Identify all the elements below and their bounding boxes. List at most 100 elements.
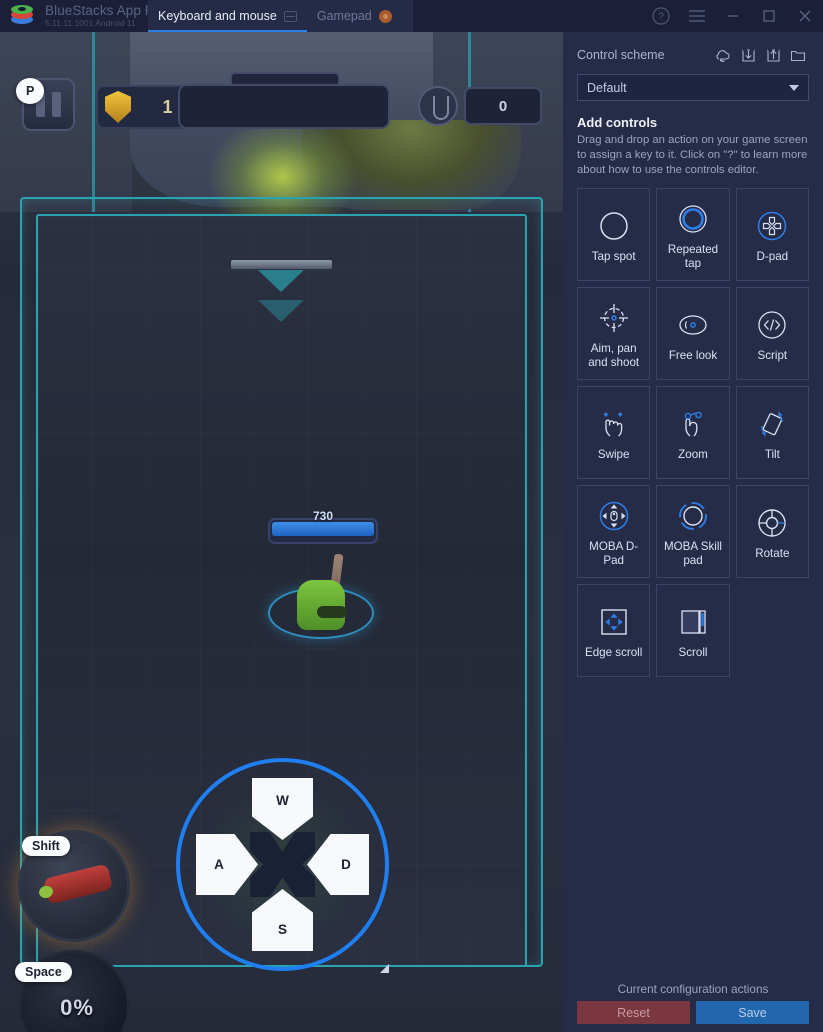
swipe-icon	[597, 403, 631, 445]
dpad-overlay-control[interactable]: W A D S	[176, 758, 389, 971]
player-visor	[317, 606, 347, 618]
moba-skill-pad-icon	[676, 495, 710, 537]
control-tile-label: Aim, pan and shoot	[588, 342, 640, 370]
help-icon[interactable]: ?	[643, 0, 679, 32]
app-name: BlueStacks App Pla	[45, 2, 165, 18]
app-title-block: BlueStacks App Pla 5.11.11.1001 Android …	[45, 2, 165, 29]
window-title-bar: BlueStacks App Pla 5.11.11.1001 Android …	[0, 0, 823, 32]
player-health-bar: 730	[268, 509, 378, 544]
add-controls-description: Drag and drop an action on your game scr…	[577, 134, 808, 177]
export-icon[interactable]	[762, 44, 784, 66]
control-tile-swipe[interactable]: Swipe	[577, 386, 651, 480]
cloud-sync-icon[interactable]	[712, 44, 734, 66]
scroll-icon	[676, 601, 710, 643]
weapon-icon	[42, 863, 114, 905]
footer-label: Current configuration actions	[617, 982, 769, 996]
game-hud: P 1 0	[0, 32, 563, 131]
tab-keyboard-and-mouse[interactable]: Keyboard and mouse	[148, 0, 307, 32]
controls-editor-panel: Controls editor ? Control scheme	[563, 0, 823, 1032]
free-look-icon	[676, 304, 710, 346]
dpad-resize-handle[interactable]	[380, 964, 389, 973]
panel-footer: Current configuration actions Reset Save	[563, 973, 823, 1032]
control-tile-aim-pan-shoot[interactable]: Aim, pan and shoot	[577, 287, 651, 381]
control-tile-zoom[interactable]: Zoom	[656, 386, 730, 480]
control-scheme-label: Control scheme	[577, 48, 665, 62]
control-tile-edge-scroll[interactable]: Edge scroll	[577, 584, 651, 678]
footer-buttons: Reset Save	[577, 1001, 809, 1024]
app-version: 5.11.11.1001 Android 11	[45, 18, 136, 29]
control-tile-scroll[interactable]: Scroll	[656, 584, 730, 678]
control-tile-label: Swipe	[597, 448, 630, 462]
direction-arrow-icon	[258, 270, 304, 292]
control-tile-free-look[interactable]: Free look	[656, 287, 730, 381]
moba-dpad-icon	[597, 495, 631, 537]
tap-spot-icon	[597, 205, 631, 247]
control-tile-moba-skill-pad[interactable]: MOBA Skill pad	[656, 485, 730, 579]
direction-arrow-icon	[258, 300, 304, 322]
currency-icon	[418, 86, 458, 126]
bluestacks-logo-icon	[9, 3, 35, 29]
keyboard-icon	[283, 10, 297, 22]
control-tile-label: Repeated tap	[667, 243, 719, 271]
control-tile-label: Scroll	[678, 646, 708, 660]
control-tile-label: Free look	[668, 349, 718, 363]
control-tile-label: D-pad	[756, 250, 789, 264]
control-tile-label: Tap spot	[591, 250, 636, 264]
chevron-down-icon	[789, 84, 799, 91]
control-tile-label: Tilt	[764, 448, 780, 462]
gamepad-badge-icon	[378, 9, 392, 23]
tab-gamepad[interactable]: Gamepad	[307, 0, 402, 32]
minimize-icon[interactable]	[715, 0, 751, 32]
currency-count: 0	[464, 87, 542, 125]
reset-button[interactable]: Reset	[577, 1001, 690, 1024]
control-tile-label: MOBA Skill pad	[664, 540, 722, 568]
add-controls-heading: Add controls	[577, 115, 658, 130]
save-button[interactable]: Save	[696, 1001, 809, 1024]
control-tile-label: Script	[757, 349, 788, 363]
control-tile-moba-d-pad[interactable]: MOBA D-Pad	[577, 485, 651, 579]
tab-label: Gamepad	[316, 9, 372, 23]
player-character	[268, 553, 374, 642]
d-pad-icon	[755, 205, 789, 247]
skill-charge-value: 0%	[60, 995, 94, 1020]
control-tile-repeated-tap[interactable]: Repeated tap	[656, 188, 730, 282]
control-tile-label: MOBA D-Pad	[589, 540, 639, 568]
emulator-game-view: P 1 0 730 W A D S Shift 0% Space	[0, 0, 563, 1032]
control-tiles-grid: Tap spot Repeated tap D-pad Aim, pan and…	[563, 178, 823, 678]
zoom-icon	[676, 403, 710, 445]
key-badge-skill-secondary[interactable]: Space	[15, 962, 72, 982]
window-controls: ?	[643, 0, 823, 32]
control-tile-script[interactable]: Script	[735, 287, 809, 381]
health-bar-fill	[272, 522, 374, 536]
import-icon[interactable]	[737, 44, 759, 66]
player-body	[297, 580, 347, 630]
rotate-icon	[755, 502, 789, 544]
control-tile-label: Edge scroll	[584, 646, 643, 660]
control-tile-d-pad[interactable]: D-pad	[735, 188, 809, 282]
folder-icon[interactable]	[787, 44, 809, 66]
control-tile-tilt[interactable]: Tilt	[735, 386, 809, 480]
menu-icon[interactable]	[679, 0, 715, 32]
aim-pan-shoot-icon	[597, 297, 631, 339]
add-controls-section: Add controls Drag and drop an action on …	[563, 101, 823, 178]
bluestacks-window: P 1 0 730 W A D S Shift 0% Space Control…	[0, 0, 823, 1032]
hud-progress-bar	[178, 84, 390, 129]
control-scheme-value: Default	[587, 80, 627, 95]
editor-tabs: Keyboard and mouse Gamepad	[148, 0, 413, 32]
shield-icon	[105, 91, 131, 123]
tab-label: Keyboard and mouse	[158, 9, 277, 23]
close-icon[interactable]	[787, 0, 823, 32]
game-canvas[interactable]: P 1 0 730 W A D S Shift 0% Space	[0, 32, 563, 1032]
control-tile-rotate[interactable]: Rotate	[735, 485, 809, 579]
control-tile-label: Rotate	[755, 547, 790, 561]
arena-door	[231, 260, 332, 269]
control-scheme-row: Control scheme	[563, 32, 823, 66]
control-tile-tap-spot[interactable]: Tap spot	[577, 188, 651, 282]
health-value: 730	[312, 509, 334, 523]
repeated-tap-icon	[676, 198, 710, 240]
tilt-icon	[755, 403, 789, 445]
maximize-icon[interactable]	[751, 0, 787, 32]
edge-scroll-icon	[597, 601, 631, 643]
control-scheme-select[interactable]: Default	[577, 74, 809, 101]
key-badge-skill-primary[interactable]: Shift	[22, 836, 70, 856]
